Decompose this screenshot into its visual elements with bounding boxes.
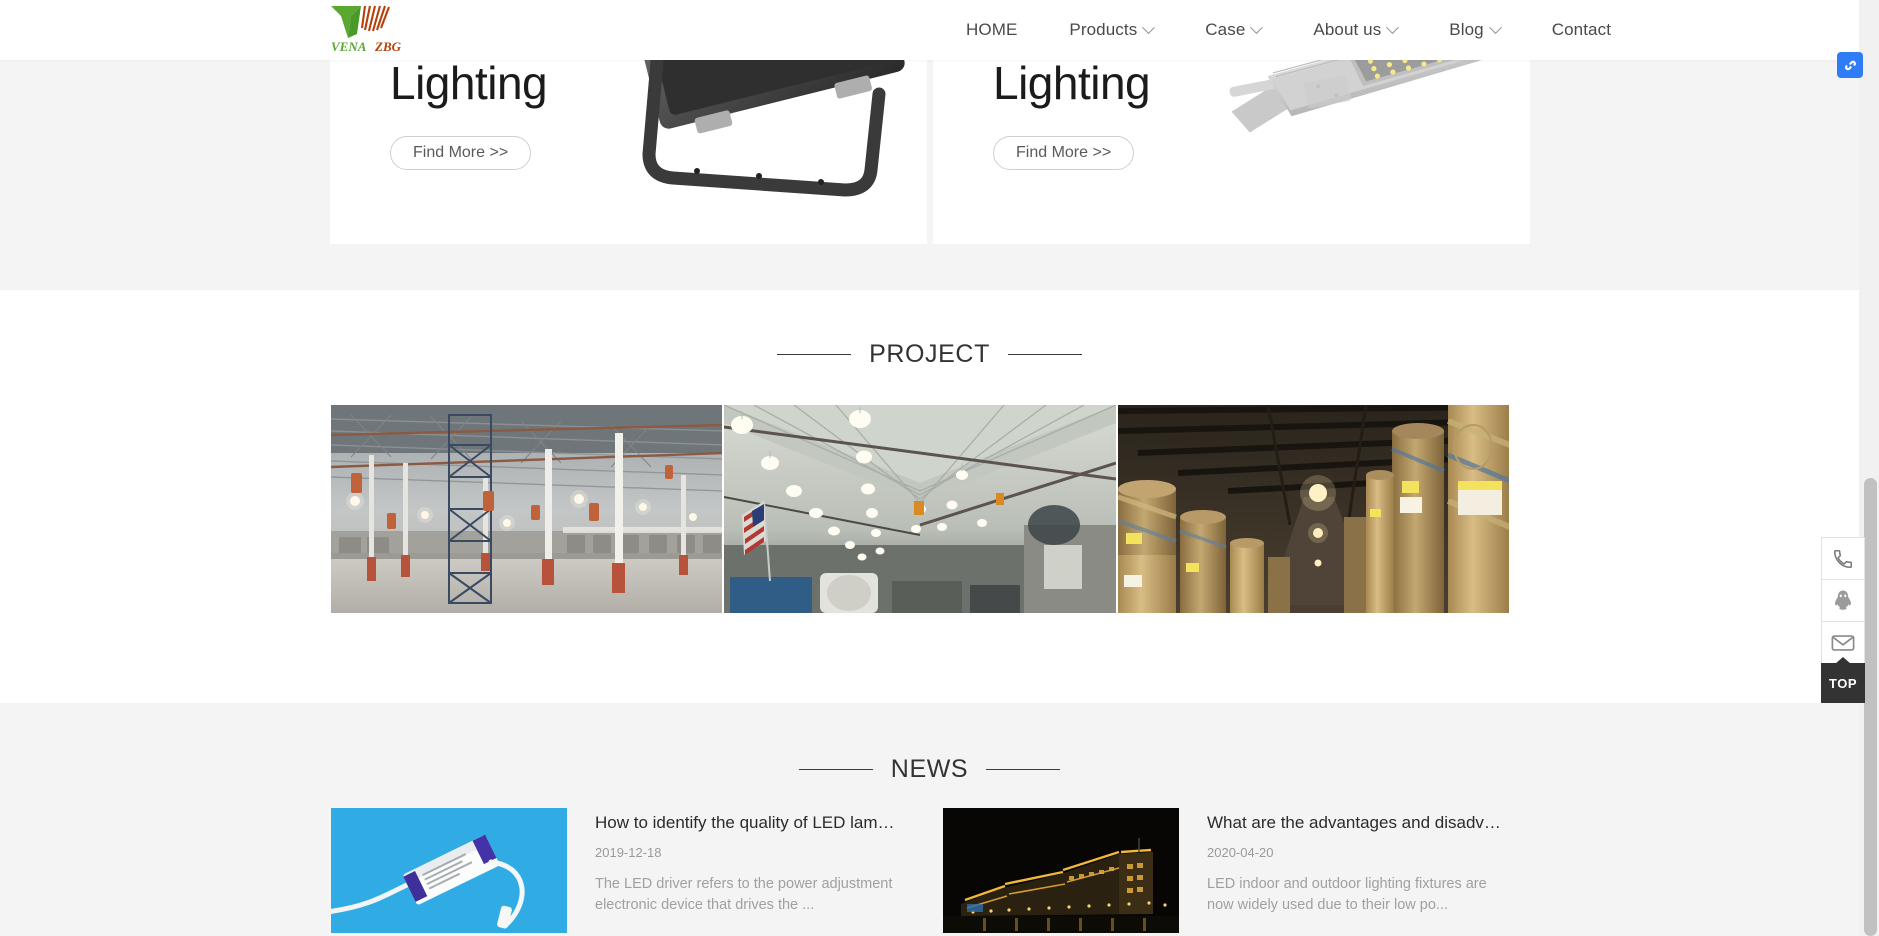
news-date: 2020-04-20 — [1207, 845, 1274, 861]
news-body-2: What are the advantages and disadvantag…… — [1207, 808, 1509, 933]
news-excerpt: LED indoor and outdoor lighting fixtures… — [1207, 876, 1487, 913]
news-excerpt: The LED driver refers to the power adjus… — [595, 876, 893, 913]
news-item[interactable]: What are the advantages and disadvantag…… — [943, 808, 1509, 933]
news-title[interactable]: How to identify the quality of LED lamp … — [595, 812, 897, 834]
banner-card-1-find-more-button[interactable]: Find More >> — [390, 136, 532, 170]
nav-item-about-us[interactable]: About us — [1287, 0, 1423, 60]
chevron-down-icon — [1488, 20, 1502, 34]
project-section: PROJECT — [0, 290, 1859, 703]
project-heading-wrap: PROJECT — [0, 340, 1859, 369]
sogou-glyph — [1844, 60, 1856, 70]
banner-card-2-title: Lighting — [993, 57, 1151, 109]
page-root: IP65 Lighting Find More >> — [0, 0, 1879, 936]
nav-item-case[interactable]: Case — [1179, 0, 1287, 60]
project-heading: PROJECT — [869, 340, 990, 368]
warehouse-photo-3 — [1117, 405, 1509, 613]
phone-icon — [1833, 549, 1853, 568]
banner-card-1-title: Lighting — [390, 57, 548, 109]
page-scrollbar-thumb[interactable] — [1864, 478, 1877, 936]
project-image-grid — [331, 405, 1509, 613]
chevron-down-icon — [1250, 20, 1264, 34]
news-heading-wrap: NEWS — [0, 755, 1859, 784]
nav-item-blog[interactable]: Blog — [1423, 0, 1525, 60]
news-heading: NEWS — [890, 755, 969, 783]
project-image-2[interactable] — [724, 405, 1116, 613]
svg-text:ZBG: ZBG — [374, 39, 402, 54]
news-title[interactable]: What are the advantages and disadvantag… — [1207, 812, 1509, 834]
night-building-photo — [943, 808, 1179, 933]
svg-text:VENA: VENA — [331, 39, 367, 54]
heading-rule-left — [777, 354, 852, 355]
nav-item-products[interactable]: Products — [1043, 0, 1179, 60]
floating-contact-toolbar: TOP — [1821, 537, 1865, 703]
nav-item-home[interactable]: HOME — [940, 0, 1043, 60]
news-thumbnail-2[interactable] — [943, 808, 1179, 933]
nav-label-contact: Contact — [1551, 20, 1612, 39]
heading-rule-right — [1007, 354, 1082, 355]
nav-label-about-us: About us — [1313, 20, 1382, 39]
side-tool-phone[interactable] — [1821, 537, 1865, 579]
news-section: NEWS How to identify the quality of LED … — [0, 703, 1859, 936]
nav-item-contact[interactable]: Contact — [1526, 0, 1637, 60]
chevron-down-icon — [1386, 20, 1400, 34]
news-heading-rule-right — [986, 769, 1061, 770]
sogou-s-icon[interactable] — [1837, 52, 1863, 78]
chevron-down-icon — [1142, 20, 1156, 34]
warehouse-photo-2 — [724, 405, 1116, 613]
side-tool-qq[interactable] — [1821, 579, 1865, 621]
email-icon — [1831, 634, 1855, 651]
nav-label-case: Case — [1205, 20, 1246, 39]
qq-penguin-icon — [1835, 589, 1851, 610]
nav-label-home: HOME — [966, 20, 1018, 39]
main-nav: HOME Products Case About us Blog Contact — [940, 0, 1637, 60]
led-driver-photo — [331, 808, 567, 933]
news-list: How to identify the quality of LED lamp … — [331, 808, 1509, 933]
news-item[interactable]: How to identify the quality of LED lamp … — [331, 808, 897, 933]
news-heading-rule-left — [798, 769, 873, 770]
news-thumbnail-1[interactable] — [331, 808, 567, 933]
news-date: 2019-12-18 — [595, 845, 662, 861]
news-body-1: How to identify the quality of LED lamp … — [595, 808, 897, 933]
nav-label-products: Products — [1069, 20, 1138, 39]
banner-card-2-find-more-button[interactable]: Find More >> — [993, 136, 1135, 170]
nav-label-blog: Blog — [1449, 20, 1484, 39]
warehouse-photo-1 — [331, 405, 723, 613]
back-to-top-button[interactable]: TOP — [1821, 663, 1865, 703]
project-image-1[interactable] — [331, 405, 723, 613]
vena-zbg-logo[interactable]: VENA ZBG — [327, 4, 415, 54]
site-header: VENA ZBG HOME Products Case About us Blo… — [0, 0, 1859, 60]
project-image-3[interactable] — [1117, 405, 1509, 613]
